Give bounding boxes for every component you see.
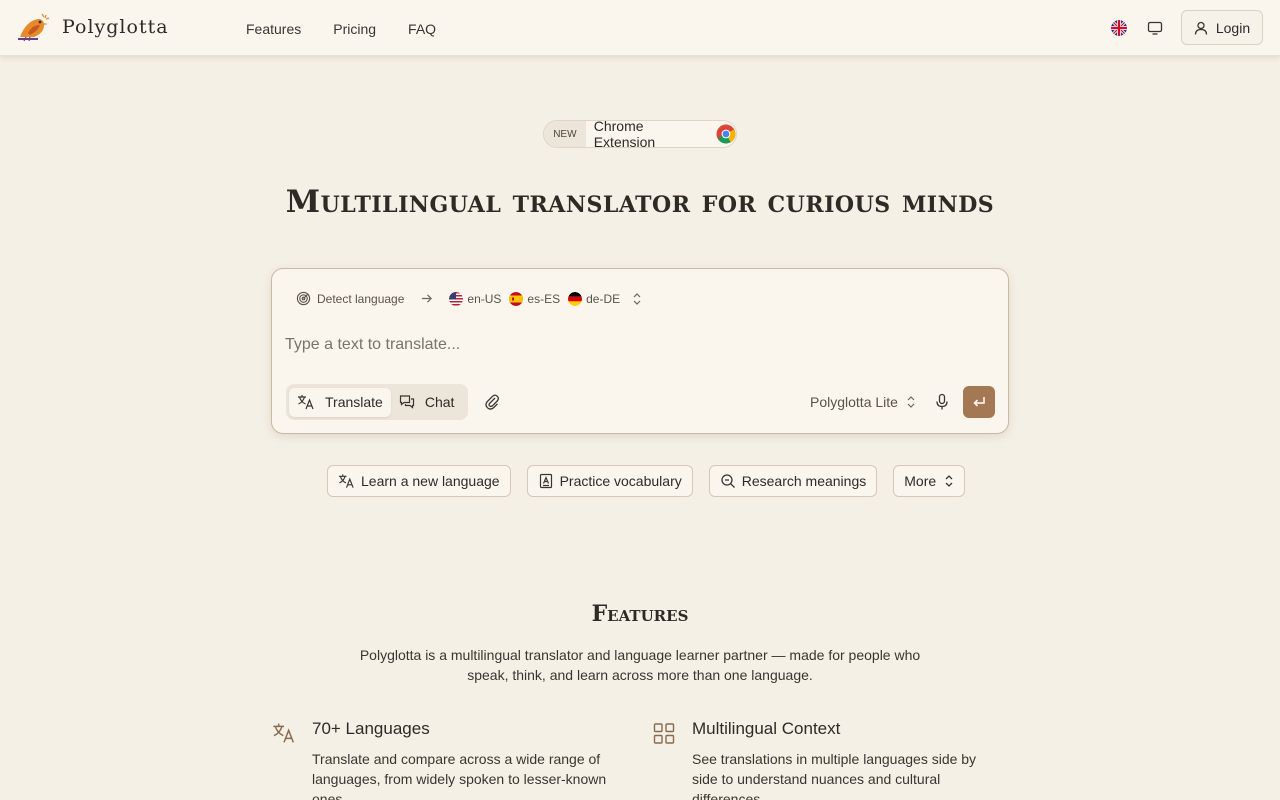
login-button[interactable]: Login (1181, 10, 1263, 45)
chat-icon (399, 395, 414, 409)
us-flag-icon (449, 291, 464, 306)
bird-logo-icon (18, 13, 50, 42)
mode-translate-label: Translate (325, 394, 383, 410)
mode-translate-button[interactable]: Translate (289, 387, 391, 417)
chip-label: More (904, 473, 937, 489)
detect-language-button[interactable]: Detect language (296, 291, 404, 306)
user-icon (1194, 21, 1208, 35)
enter-icon (973, 397, 985, 407)
top-navbar: Polyglotta Features Pricing FAQ Login (0, 0, 1280, 56)
target-lang-de-de[interactable]: de-DE (568, 291, 621, 306)
chrome-extension-badge[interactable]: NEW Chrome Extension (543, 120, 737, 148)
feature-title: 70+ Languages (312, 719, 430, 738)
translate-icon (273, 723, 295, 743)
arrow-right-icon (422, 294, 433, 303)
research-meanings-button[interactable]: Research meanings (708, 465, 878, 497)
language-selector-row: Detect language en-US es-ES de-DE (296, 291, 642, 306)
feature-title: Multilingual Context (692, 719, 841, 738)
vocabulary-card-icon (539, 473, 552, 489)
detect-language-label: Detect language (317, 291, 405, 306)
model-selector[interactable]: Polyglotta Lite (810, 394, 916, 410)
practice-vocabulary-button[interactable]: Practice vocabulary (526, 465, 693, 497)
chevron-updown-icon (907, 396, 915, 408)
chip-label: Research meanings (741, 473, 867, 489)
germany-flag-icon (568, 291, 583, 306)
spain-flag-icon (509, 291, 524, 306)
chip-label: Practice vocabulary (559, 473, 682, 489)
microphone-icon[interactable] (934, 393, 950, 411)
model-name: Polyglotta Lite (810, 394, 898, 410)
hero-title: Multilingual translator for curious mind… (285, 184, 995, 220)
login-label: Login (1215, 19, 1251, 36)
more-button[interactable]: More (893, 465, 966, 497)
mode-toggle: Translate Chat (286, 384, 468, 420)
uk-flag-language-icon[interactable] (1111, 19, 1127, 36)
translate-icon (338, 474, 354, 488)
chevron-updown-icon (945, 475, 953, 487)
paperclip-icon[interactable] (484, 393, 500, 411)
features-heading: Features (591, 601, 689, 627)
brand-name: Polyglotta (62, 16, 169, 38)
target-lang-en-us[interactable]: en-US (449, 291, 502, 306)
radar-icon (296, 291, 311, 306)
nav-pricing[interactable]: Pricing (333, 21, 376, 37)
main-nav: Features Pricing FAQ (246, 21, 468, 37)
lang-code: de-DE (586, 291, 621, 306)
new-badge: NEW (544, 121, 586, 147)
target-lang-es-es[interactable]: es-ES (509, 291, 561, 306)
translate-icon (298, 395, 314, 410)
chevron-updown-icon[interactable] (632, 292, 642, 306)
grid-icon (653, 723, 675, 744)
translator-box: Detect language en-US es-ES de-DE Type a… (271, 268, 1009, 434)
suggestion-chips: Learn a new language Practice vocabulary… (327, 465, 981, 497)
lang-code: en-US (467, 291, 502, 306)
learn-language-button[interactable]: Learn a new language (327, 465, 511, 497)
chrome-icon (716, 124, 736, 144)
monitor-icon[interactable] (1147, 20, 1163, 36)
header-actions: Login (1111, 10, 1263, 45)
chip-label: Learn a new language (361, 473, 500, 489)
nav-faq[interactable]: FAQ (408, 21, 436, 37)
nav-features[interactable]: Features (246, 21, 301, 37)
feature-text: Translate and compare across a wide rang… (312, 751, 607, 800)
feature-text: See translations in multiple languages s… (692, 751, 977, 800)
lang-code: es-ES (527, 291, 561, 306)
mode-chat-button[interactable]: Chat (391, 388, 463, 417)
send-button[interactable] (963, 386, 995, 418)
translate-text-input[interactable] (285, 336, 985, 354)
search-icon (721, 474, 735, 488)
mode-chat-label: Chat (424, 394, 455, 410)
brand-logo[interactable]: Polyglotta (16, 11, 169, 43)
badge-text: Chrome Extension (593, 120, 656, 148)
features-description: Polyglotta is a multilingual translator … (359, 647, 921, 683)
